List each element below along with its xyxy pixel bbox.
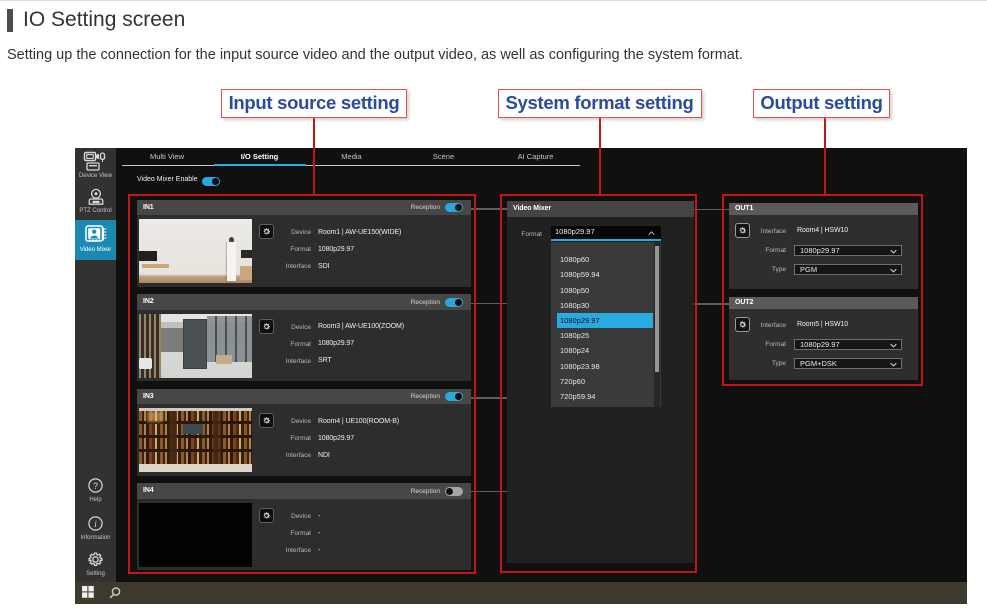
svg-text:?: ? — [93, 481, 98, 491]
svg-text:i: i — [94, 519, 97, 529]
